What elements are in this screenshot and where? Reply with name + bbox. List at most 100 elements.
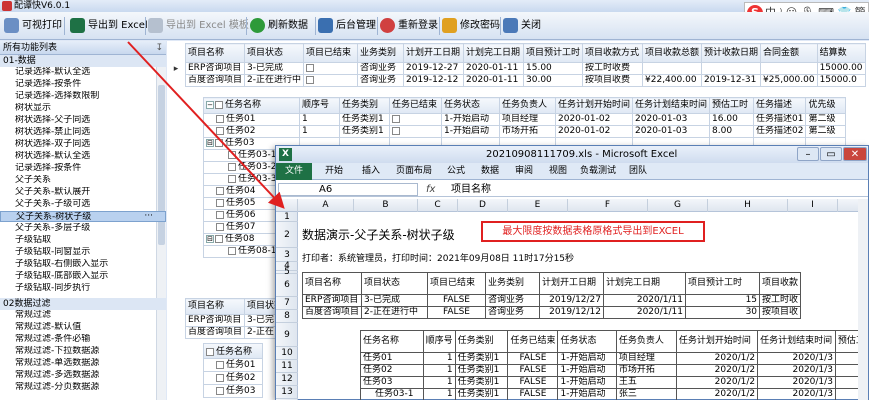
select-all-corner[interactable] [276,199,298,212]
function-item[interactable]: 子级钻取-右侧嵌入显示 [0,259,166,270]
excel-cell[interactable]: FALSE [507,352,559,365]
function-item[interactable]: 父子关系-子级可选 [0,199,166,210]
table-cell[interactable]: 2020-01-11 [463,74,524,87]
function-item[interactable]: 树状选择-父子同选 [0,115,166,126]
table-cell[interactable]: 2019-12-12 [403,74,464,87]
column-header[interactable]: 优先级 [805,97,847,114]
select-all-checkbox[interactable] [206,347,214,356]
excel-cell[interactable]: ERP咨询项目 [301,294,363,307]
table-cell[interactable]: 第二级 [805,125,847,138]
excel-cell[interactable]: 项目名称 [301,272,363,295]
excel-cell[interactable]: 2020/1/2 [675,376,759,389]
checkbox[interactable] [306,63,314,72]
excel-cell[interactable]: 任务负责人 [615,330,677,353]
function-item[interactable]: 常规过滤-下拉数据源 [0,346,166,357]
table-row[interactable]: 百度咨询项目 2-正在进行中 咨询业务 2019-12-12 2020-01-11 30.… [184,74,866,87]
ribbon-tab[interactable]: 负载测试 [576,163,620,180]
excel-cell[interactable]: 计划开工日期 [539,272,605,295]
table-cell[interactable]: 1 [299,125,340,138]
table-cell[interactable]: 2020-01-02 [554,113,634,126]
excel-cell[interactable]: 任务状态 [557,330,617,353]
table-cell[interactable]: 8.00 [709,125,755,138]
row-number[interactable]: 3 [276,248,298,262]
table-cell[interactable]: 1-开始启动 [441,113,500,126]
excel-cell[interactable]: 1 [422,388,456,400]
excel-cell[interactable]: 业务类别 [485,272,541,295]
function-item[interactable]: 子级钻取-同步执行 [0,283,166,294]
row-checkbox[interactable] [215,234,223,243]
checkbox[interactable] [392,114,400,123]
excel-cell[interactable]: 任务03 [360,376,424,389]
row-checkbox[interactable] [216,386,224,395]
relogin-button[interactable]: 重新登录 [380,16,438,36]
column-header[interactable]: 任务已结束 [389,97,442,114]
minimize-button[interactable]: – [797,147,819,161]
table-cell[interactable] [760,62,818,75]
column-header[interactable]: 任务负责人 [499,97,556,114]
row-checkbox[interactable] [216,198,224,207]
group-header-01[interactable]: 01-数据 [0,55,166,67]
table-cell[interactable]: 任务描述01 [753,113,807,126]
change-password-button[interactable]: 修改密码 [442,16,500,36]
formula-input[interactable]: 项目名称 [451,182,491,197]
excel-cell[interactable]: 2020/1/3 [757,388,836,400]
table-cell[interactable] [389,113,442,126]
table-cell[interactable]: 3-已完成 [244,62,304,75]
excel-cell[interactable]: 2020/1/3 [757,376,836,389]
row-checkbox[interactable] [216,360,224,369]
column-header[interactable]: 项目收款方式 [582,43,644,63]
excel-cell[interactable]: 项目已结束 [427,272,487,295]
table-cell[interactable]: 15000.00 [816,62,866,75]
ribbon-tab[interactable]: 开始 [316,163,352,180]
excel-cell[interactable]: 任务类别1 [454,376,509,389]
column-header[interactable]: 顺序号 [299,97,340,114]
excel-cell[interactable]: 项目预计工时 [685,272,761,295]
table-cell[interactable]: 第二级 [805,113,847,126]
table-cell[interactable]: 百度咨询项目 [184,74,246,87]
excel-sheet[interactable]: 数据演示-父子关系-树状子级 打印者：系统管理员，打印时间：2021年09月08… [298,212,868,400]
row-number[interactable]: 7 [276,297,298,310]
column-letter[interactable]: E [508,199,568,212]
column-header[interactable]: 计划开工日期 [403,43,464,63]
function-item[interactable]: 常规过滤 [0,310,166,321]
excel-cell[interactable]: 任务类别1 [454,388,509,400]
excel-cell[interactable]: 任务03-1 [360,388,424,400]
column-header[interactable]: 项目名称 [184,43,246,63]
excel-cell[interactable]: 任务名称 [360,330,424,353]
column-header[interactable]: 项目名称 [184,298,246,315]
function-item[interactable]: 父子关系-默认展开 [0,187,166,198]
table-cell[interactable]: 2020-01-03 [632,125,711,138]
table-cell[interactable]: 2020-01-02 [554,125,634,138]
excel-cell[interactable]: 咨询业务 [485,294,541,307]
admin-button[interactable]: 后台管理 [318,16,376,36]
excel-vertical-scrollbar[interactable] [858,199,868,400]
column-header[interactable]: 计划完工日期 [463,43,524,63]
table-cell[interactable]: 任务描述02 [753,125,807,138]
excel-cell[interactable]: 任务01 [360,352,424,365]
table-cell[interactable]: 百度咨询项目 [184,326,246,339]
excel-cell[interactable]: 任务计划开始时间 [675,330,759,353]
excel-cell[interactable]: 2020/1/11 [603,294,687,307]
ribbon-tab[interactable]: 审阅 [508,163,540,180]
function-item[interactable]: 树状选择-双子同选 [0,139,166,150]
table-cell[interactable]: ERP咨询项目 [184,62,246,75]
column-header[interactable]: 任务类别 [339,97,390,114]
function-item[interactable]: 父子关系-树状子级 ··· [0,211,166,222]
pin-icon[interactable]: ↧ [155,41,163,55]
table-cell[interactable] [389,125,442,138]
excel-cell[interactable]: 2-正在进行中 [361,306,429,319]
row-checkbox[interactable] [216,373,224,382]
excel-cell[interactable]: 2019/12/12 [539,306,605,319]
column-header[interactable]: 结算数 [816,43,866,63]
excel-cell[interactable]: 2020/1/3 [757,364,836,377]
column-letter[interactable]: I [788,199,838,212]
excel-cell[interactable]: 2020/1/2 [675,388,759,400]
column-header[interactable]: 合同金额 [760,43,818,63]
function-item[interactable]: 父子关系-多层子级 [0,223,166,234]
fx-icon[interactable]: fx [426,182,435,197]
excel-cell[interactable]: 计划完工日期 [603,272,687,295]
checkbox[interactable] [306,75,314,84]
column-header[interactable]: 任务计划开始时间 [554,97,634,114]
collapse-all-icon[interactable]: − [206,100,214,109]
excel-cell[interactable]: 百度咨询项目 [301,306,363,319]
